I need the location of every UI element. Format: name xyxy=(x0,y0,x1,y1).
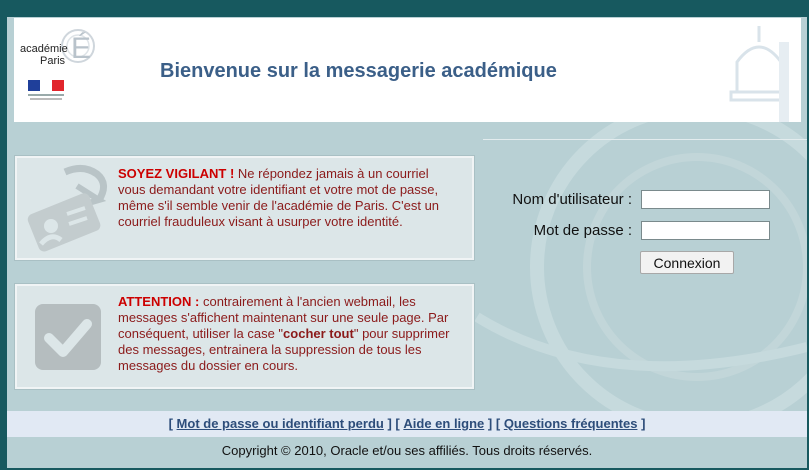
password-label: Mot de passe : xyxy=(533,222,632,239)
password-input[interactable] xyxy=(641,221,770,240)
page-title: Bienvenue sur la messagerie académique xyxy=(160,60,557,82)
connexion-button[interactable]: Connexion xyxy=(640,251,734,274)
attention-text: ATTENTION : contrairement à l'ancien web… xyxy=(118,294,458,374)
checkmark-icon xyxy=(35,304,101,370)
faq-link[interactable]: Questions fréquentes xyxy=(504,416,638,431)
vigilance-heading: SOYEZ VIGILANT ! xyxy=(118,166,235,181)
username-input[interactable] xyxy=(641,190,770,209)
login-page: É académie Paris Bienvenue sur la messag… xyxy=(7,17,807,468)
copyright-text: Copyright © 2010, Oracle et/ou ses affil… xyxy=(221,443,593,458)
attention-heading: ATTENTION : xyxy=(118,294,200,309)
pantheon-watermark xyxy=(729,26,789,122)
vigilance-text: SOYEZ VIGILANT ! Ne répondez jamais à un… xyxy=(118,166,458,230)
footer-links: [ Mot de passe ou identifiant perdu ] [ … xyxy=(7,411,807,437)
username-label: Nom d'utilisateur : xyxy=(512,191,632,208)
logo-letter: É xyxy=(71,32,91,65)
logo-line1: académie xyxy=(20,43,68,55)
vigilance-notice: SOYEZ VIGILANT ! Ne répondez jamais à un… xyxy=(15,156,474,260)
login-divider xyxy=(483,139,807,140)
page-header: É académie Paris Bienvenue sur la messag… xyxy=(14,18,801,122)
attention-notice: ATTENTION : contrairement à l'ancien web… xyxy=(15,284,474,389)
id-card-hook-icon xyxy=(27,165,107,252)
help-link[interactable]: Aide en ligne xyxy=(403,416,484,431)
logo-line2: Paris xyxy=(40,55,66,67)
attention-bold: cocher tout xyxy=(283,326,354,341)
lost-password-link[interactable]: Mot de passe ou identifiant perdu xyxy=(177,416,384,431)
academie-paris-logo: É académie Paris xyxy=(20,29,95,100)
